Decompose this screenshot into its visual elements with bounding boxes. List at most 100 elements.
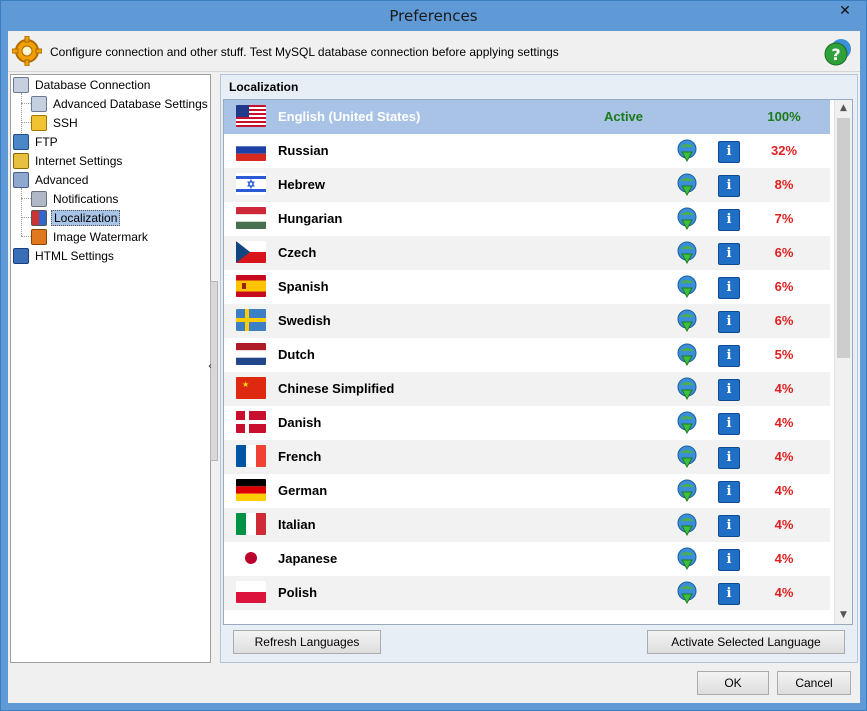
watermark-icon <box>31 228 47 245</box>
info-icon[interactable]: i <box>718 311 740 333</box>
download-icon[interactable] <box>676 547 698 571</box>
sidebar-item-internet-settings[interactable]: Internet Settings <box>13 151 124 169</box>
info-icon[interactable]: i <box>718 413 740 435</box>
lock-icon <box>31 114 47 131</box>
html-icon <box>13 247 29 264</box>
tree-connector <box>21 198 31 199</box>
language-row[interactable]: French i 4% <box>224 440 830 474</box>
download-icon[interactable] <box>676 445 698 469</box>
cancel-button[interactable]: Cancel <box>777 671 851 695</box>
language-row[interactable]: German i 4% <box>224 474 830 508</box>
language-row[interactable]: Swedish i 6% <box>224 304 830 338</box>
sidebar-item-advanced[interactable]: Advanced <box>13 170 90 188</box>
database-settings-icon <box>31 95 47 112</box>
flag-es-icon <box>236 275 266 297</box>
language-row[interactable]: ★ Chinese Simplified i 4% <box>224 372 830 406</box>
info-icon[interactable]: i <box>718 277 740 299</box>
language-name: French <box>278 449 322 464</box>
language-row[interactable]: Dutch i 5% <box>224 338 830 372</box>
info-icon[interactable]: i <box>718 549 740 571</box>
settings-tree[interactable]: Database Connection Advanced Database Se… <box>10 74 211 663</box>
download-icon[interactable] <box>676 139 698 163</box>
language-name: Danish <box>278 415 322 430</box>
info-icon[interactable]: i <box>718 447 740 469</box>
language-row[interactable]: Czech i 6% <box>224 236 830 270</box>
language-row[interactable]: Japanese i 4% <box>224 542 830 576</box>
translation-percent: 4% <box>774 449 794 464</box>
download-icon[interactable] <box>676 343 698 367</box>
sidebar-item-ftp[interactable]: FTP <box>13 132 60 150</box>
info-icon[interactable]: i <box>718 209 740 231</box>
language-row[interactable]: Polish i 4% <box>224 576 830 610</box>
download-icon[interactable] <box>676 479 698 503</box>
scroll-down-arrow-icon[interactable]: ▼ <box>835 607 852 624</box>
download-icon[interactable] <box>676 275 698 299</box>
refresh-languages-button[interactable]: Refresh Languages <box>233 630 381 654</box>
help-icon[interactable]: ? <box>824 37 854 67</box>
ftp-icon <box>13 133 29 150</box>
download-icon[interactable] <box>676 377 698 401</box>
scroll-up-arrow-icon[interactable]: ▲ <box>835 100 852 117</box>
activate-language-button[interactable]: Activate Selected Language <box>647 630 845 654</box>
localization-icon <box>31 209 47 226</box>
language-row[interactable]: Italian i 4% <box>224 508 830 542</box>
info-icon[interactable]: i <box>718 175 740 197</box>
language-name: Spanish <box>278 279 329 294</box>
download-icon[interactable] <box>676 207 698 231</box>
list-scrollbar[interactable]: ▲ ▼ <box>834 100 852 624</box>
info-icon[interactable]: i <box>718 379 740 401</box>
language-row[interactable]: Russian i 32% <box>224 134 830 168</box>
download-icon[interactable] <box>676 173 698 197</box>
download-icon[interactable] <box>676 309 698 333</box>
flag-il-icon <box>236 173 266 195</box>
dialog-body: Configure connection and other stuff. Te… <box>8 31 860 703</box>
ok-button[interactable]: OK <box>697 671 769 695</box>
info-icon[interactable]: i <box>718 141 740 163</box>
language-row[interactable]: English (United States) Active 100% <box>224 100 830 134</box>
language-name: Polish <box>278 585 318 600</box>
language-row[interactable]: Hungarian i 7% <box>224 202 830 236</box>
translation-percent: 4% <box>774 551 794 566</box>
sidebar-item-image-watermark[interactable]: Image Watermark <box>31 227 150 245</box>
language-row[interactable]: Hebrew i 8% <box>224 168 830 202</box>
info-icon[interactable]: i <box>718 345 740 367</box>
language-name: Japanese <box>278 551 338 566</box>
collapse-arrow-icon[interactable]: ‹ <box>208 361 212 372</box>
sidebar-item-notifications[interactable]: Notifications <box>31 189 120 207</box>
translation-percent: 4% <box>774 381 794 396</box>
language-row[interactable]: Danish i 4% <box>224 406 830 440</box>
download-icon[interactable] <box>676 581 698 605</box>
translation-percent: 4% <box>774 585 794 600</box>
svg-text:★: ★ <box>242 380 249 389</box>
title-bar[interactable]: Preferences ✕ <box>1 1 866 31</box>
download-icon[interactable] <box>676 241 698 265</box>
translation-percent: 4% <box>774 483 794 498</box>
language-row[interactable]: Spanish i 6% <box>224 270 830 304</box>
translation-percent: 6% <box>774 279 794 294</box>
status-badge: Active <box>604 109 644 124</box>
gear-icon <box>12 36 42 66</box>
download-icon[interactable] <box>676 411 698 435</box>
sidebar-item-html-settings[interactable]: HTML Settings <box>13 246 116 264</box>
flag-nl-icon <box>236 343 266 365</box>
notification-icon <box>31 190 47 207</box>
language-name: Dutch <box>278 347 315 362</box>
info-icon[interactable]: i <box>718 481 740 503</box>
language-list[interactable]: SOFTPEDIA ▲ ▼ English (United States)Act… <box>223 99 853 625</box>
flag-pl-icon <box>236 581 266 603</box>
shield-icon <box>13 171 29 188</box>
sidebar-item-ssh[interactable]: SSH <box>31 113 80 131</box>
info-icon[interactable]: i <box>718 515 740 537</box>
language-name: Italian <box>278 517 316 532</box>
info-icon[interactable]: i <box>718 243 740 265</box>
info-icon[interactable]: i <box>718 583 740 605</box>
download-icon[interactable] <box>676 513 698 537</box>
sidebar-item-localization[interactable]: Localization <box>31 208 121 226</box>
flag-it-icon <box>236 513 266 535</box>
close-button[interactable]: ✕ <box>830 1 860 21</box>
panel-title: Localization <box>229 80 299 94</box>
scroll-thumb[interactable] <box>837 118 850 358</box>
sidebar-item-advanced-database-settings[interactable]: Advanced Database Settings <box>31 94 210 112</box>
translation-percent: 32% <box>770 143 798 158</box>
sidebar-item-database-connection[interactable]: Database Connection <box>13 75 152 93</box>
